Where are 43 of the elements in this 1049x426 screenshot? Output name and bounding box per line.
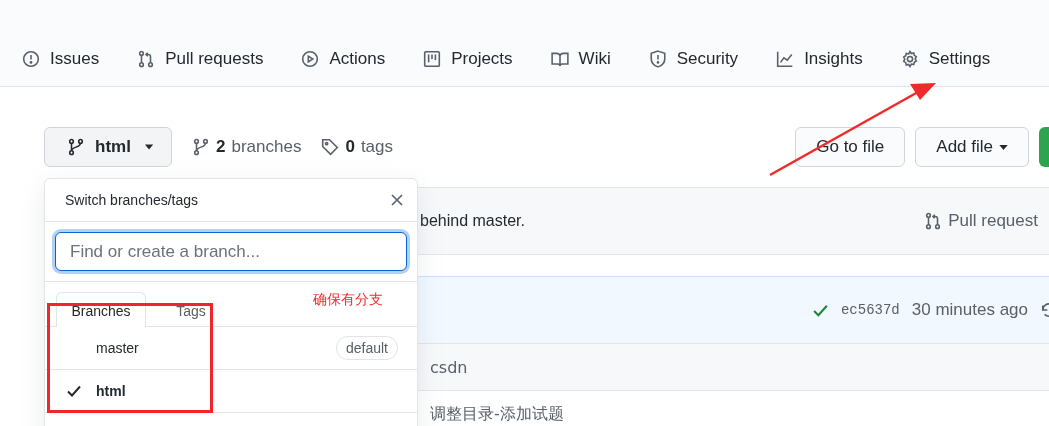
branch-select-button[interactable]: html: [44, 127, 172, 167]
caret-icon: [144, 144, 153, 150]
commit-message-link[interactable]: 调整目录-添加试题: [430, 403, 564, 425]
branch-status-text: behind master.: [420, 212, 526, 230]
graph-icon: [776, 50, 795, 68]
branch-search-field[interactable]: Find or create a branch...: [55, 232, 407, 271]
play-icon: [301, 50, 320, 68]
branch-icon: [192, 138, 210, 156]
branch-item[interactable]: html: [45, 370, 417, 413]
nav-tab[interactable]: Insights: [776, 49, 863, 69]
commit-sha-link[interactable]: ec5637d: [840, 302, 900, 318]
commit-time: 30 minutes ago: [911, 300, 1028, 320]
dropdown-tab[interactable]: Tags: [146, 292, 236, 326]
caret-icon: [999, 144, 1008, 150]
go-to-file-button[interactable]: Go to file: [795, 127, 906, 167]
nav-tab[interactable]: Projects: [423, 49, 513, 69]
branch-name: master: [96, 340, 140, 356]
branch-icon: [67, 138, 85, 156]
shield-icon: [648, 50, 667, 68]
branch-item[interactable]: master default: [45, 327, 417, 370]
annotation-text: 确保有分支: [313, 291, 383, 309]
nav-tab[interactable]: Wiki: [550, 49, 611, 69]
dropdown-title: Switch branches/tags: [65, 192, 199, 208]
book-icon: [550, 50, 569, 68]
commit-message-link[interactable]: csdn: [430, 357, 468, 377]
issue-icon: [22, 50, 40, 68]
dropdown-tab[interactable]: Branches: [56, 292, 146, 327]
pull-request-icon: [137, 50, 156, 68]
pull-request-link[interactable]: Pull request: [924, 211, 1038, 231]
project-board-icon: [423, 50, 442, 68]
add-file-button[interactable]: Add file: [915, 127, 1029, 167]
close-icon[interactable]: [391, 194, 403, 206]
branches-link[interactable]: 2 branches: [192, 137, 302, 157]
nav-tab[interactable]: Security: [648, 49, 739, 69]
nav-tab[interactable]: Issues: [22, 49, 100, 69]
gear-icon: [900, 50, 919, 68]
tags-link[interactable]: 0 tags: [321, 137, 393, 157]
pull-request-icon: [924, 212, 943, 230]
branch-name: html: [96, 383, 127, 399]
nav-tab[interactable]: Actions: [301, 49, 386, 69]
tag-icon: [321, 138, 340, 156]
nav-tab[interactable]: Pull requests: [137, 49, 264, 69]
nav-tab[interactable]: Settings: [900, 49, 991, 69]
